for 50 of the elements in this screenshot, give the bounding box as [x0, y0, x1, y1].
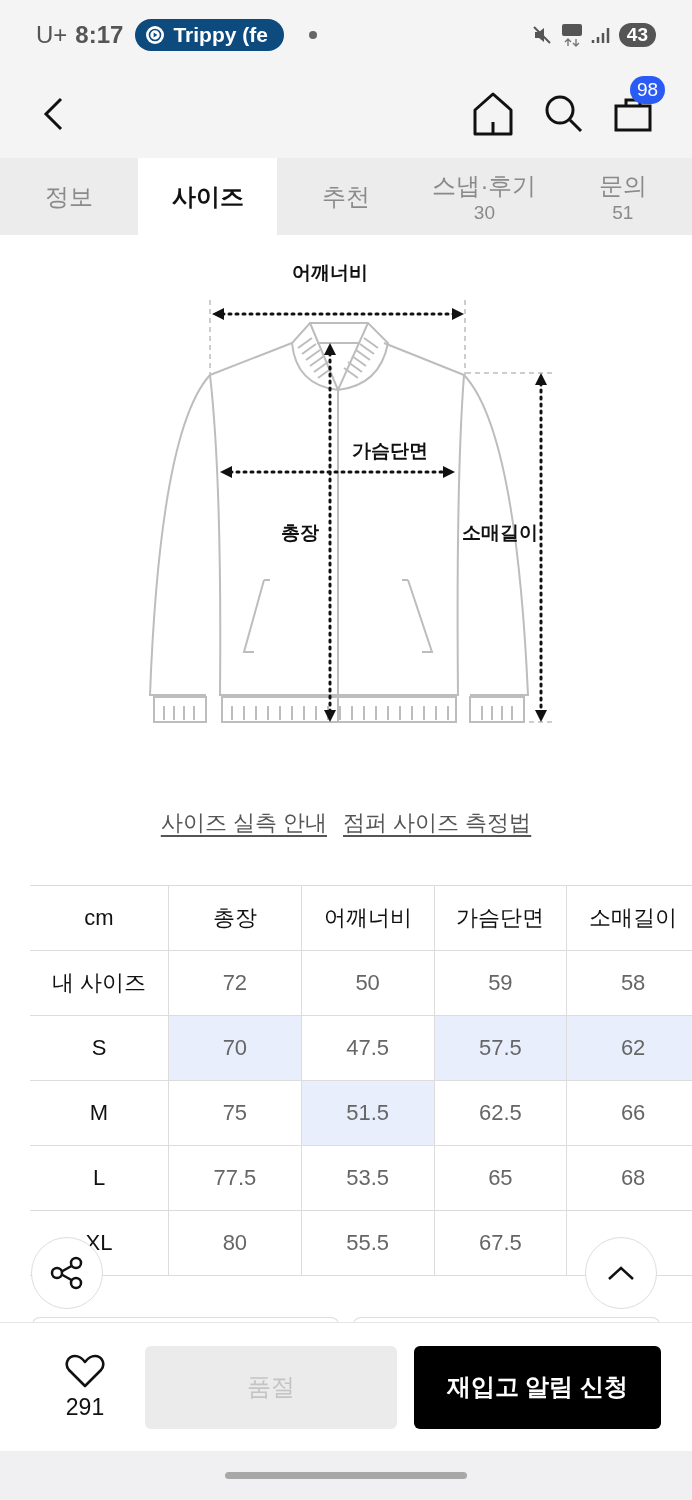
- heart-icon[interactable]: [65, 1353, 105, 1388]
- column-header: 소매길이: [566, 885, 692, 951]
- measurement-label: 가슴단면: [352, 439, 428, 463]
- like-count: 291: [65, 1393, 105, 1421]
- cart-badge: 98: [630, 76, 666, 104]
- signal-icon: [590, 25, 611, 45]
- table-cell: S: [30, 1015, 169, 1081]
- table-cell: 57.5: [434, 1015, 567, 1081]
- table-cell: 50: [301, 950, 434, 1016]
- guide-link[interactable]: 점퍼 사이즈 측정법: [343, 807, 532, 838]
- measurement-label: 소매길이: [462, 521, 538, 545]
- measurement-label: 어깨너비: [292, 261, 368, 285]
- battery-indicator: 43: [618, 23, 656, 47]
- table-cell: 62.5: [434, 1080, 567, 1146]
- play-icon: [145, 25, 166, 45]
- network-icon: [560, 23, 583, 47]
- table-cell: 80: [168, 1210, 302, 1276]
- column-header: 어깨너비: [301, 885, 434, 951]
- chevron-up-icon: [607, 1265, 635, 1281]
- carrier: U+: [36, 21, 68, 49]
- table-cell: 77.5: [168, 1145, 302, 1211]
- table-cell: 51.5: [301, 1080, 434, 1146]
- table-cell: L: [30, 1145, 169, 1211]
- clock: 8:17: [75, 21, 124, 49]
- column-header: 총장: [168, 885, 302, 951]
- table-cell: 47.5: [301, 1015, 434, 1081]
- guide-link[interactable]: 사이즈 실측 안내: [160, 807, 327, 838]
- table-cell: 내 사이즈: [30, 950, 169, 1016]
- tab[interactable]: 사이즈: [138, 158, 277, 235]
- column-header: cm: [30, 885, 169, 951]
- restock-alert-button[interactable]: 재입고 알림 신청: [414, 1345, 661, 1429]
- column-header: 가슴단면: [434, 885, 567, 951]
- table-cell: 75: [168, 1080, 302, 1146]
- table-cell: M: [30, 1080, 169, 1146]
- measurement-label: 총장: [281, 521, 319, 545]
- back-icon[interactable]: [42, 97, 64, 131]
- table-cell: 62: [566, 1015, 692, 1081]
- table-cell: 53.5: [301, 1145, 434, 1211]
- dot-icon: [307, 30, 318, 40]
- share-icon: [49, 1255, 85, 1291]
- table-cell: 59: [434, 950, 567, 1016]
- table-cell: 67.5: [434, 1210, 567, 1276]
- notification-chip[interactable]: Trippy (fe: [135, 19, 284, 51]
- table-cell: 72: [168, 950, 302, 1016]
- table-cell: 70: [168, 1015, 302, 1081]
- table-cell: 65: [434, 1145, 567, 1211]
- table-cell: 55.5: [301, 1210, 434, 1276]
- home-icon[interactable]: [472, 92, 514, 136]
- mute-icon: [530, 24, 553, 46]
- search-icon[interactable]: [544, 94, 584, 134]
